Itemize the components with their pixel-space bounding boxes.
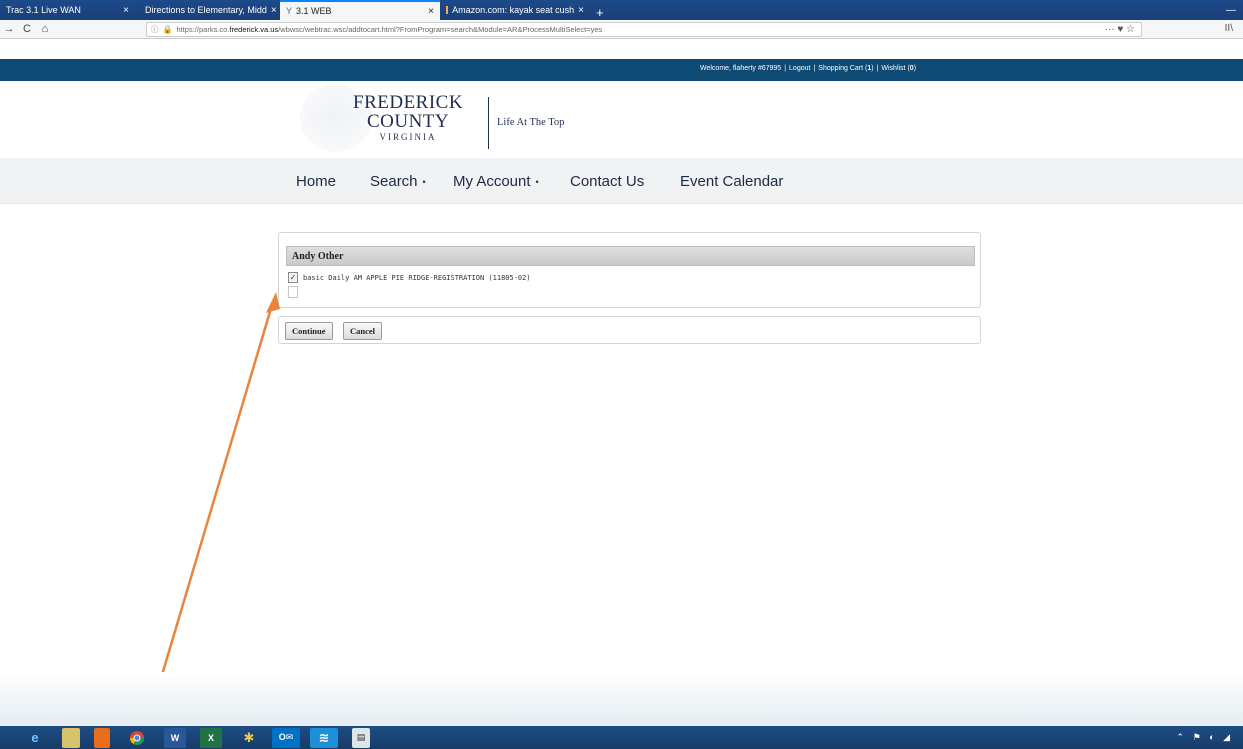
minimize-icon[interactable]: — — [1219, 0, 1243, 20]
browser-tab-strip: Trac 3.1 Live WAN × Directions to Elemen… — [0, 0, 1243, 20]
site-header-bar: Welcome, flaherty #67995 | Logout | Shopping… — [0, 59, 1243, 81]
nav-contact-us[interactable]: Contact Us — [570, 173, 644, 190]
chrome-icon[interactable] — [124, 728, 150, 748]
url-host: frederick.va.us — [229, 25, 279, 34]
welcome-text: Welcome, flaherty #67995 — [700, 65, 782, 72]
amazon-icon — [446, 6, 449, 14]
close-icon[interactable]: × — [574, 5, 584, 16]
caret-down-icon: • — [535, 177, 539, 188]
tab-label: 3.1 WEB — [296, 6, 332, 16]
checkbox-outline — [288, 286, 298, 298]
browser-tab[interactable]: Amazon.com: kayak seat cush × — [440, 0, 590, 20]
system-tray[interactable]: ⌃ ⚑ ◐ ◢ — [1177, 732, 1233, 743]
close-icon[interactable]: × — [424, 6, 434, 17]
browser-tab[interactable]: Directions to Elementary, Midd × — [135, 0, 280, 20]
info-icon[interactable]: ⓘ — [151, 24, 159, 35]
activity-item: ✓ basic Daily AM APPLE PIE RIDGE-REGISTR… — [288, 272, 531, 283]
browser-tab-active[interactable]: Y 3.1 WEB × — [280, 0, 440, 20]
shopping-cart-link[interactable]: Shopping Cart (1) — [818, 65, 873, 72]
windows-taskbar: e W X ✱ O✉ ≋ ▤ ⌃ ⚑ ◐ ◢ — [0, 726, 1243, 749]
home-icon[interactable]: ⌂ — [36, 23, 54, 35]
multi-select-panel: Andy Other ✓ basic Daily AM APPLE PIE RI… — [278, 232, 981, 308]
cancel-button[interactable]: Cancel — [343, 322, 383, 340]
browser-toolbar: → C ⌂ ⓘ 🔒 https://parks.co. frederick.va.… — [0, 20, 1243, 39]
outlook-icon[interactable]: O✉ — [272, 727, 300, 748]
tab-label: Trac 3.1 Live WAN — [6, 5, 81, 15]
logo-line-1: FREDERICK — [353, 92, 464, 113]
close-icon[interactable]: × — [267, 5, 277, 16]
ie-icon[interactable]: e — [22, 728, 48, 748]
annotation-arrow — [138, 292, 280, 749]
nav-home[interactable]: Home — [296, 173, 336, 190]
reload-icon[interactable]: C — [18, 23, 36, 35]
close-icon[interactable]: × — [119, 5, 129, 16]
forward-icon[interactable]: → — [0, 23, 18, 35]
nav-my-account[interactable]: My Account • — [453, 173, 539, 190]
nav-event-calendar[interactable]: Event Calendar — [680, 173, 783, 190]
desktop-background — [0, 672, 1243, 726]
logo-divider — [488, 97, 489, 149]
logout-link[interactable]: Logout — [789, 65, 810, 72]
activity-checkbox[interactable]: ✓ — [288, 272, 298, 283]
county-logo[interactable]: FREDERICK COUNTY VIRGINIA — [353, 93, 463, 143]
wishlist-link[interactable]: Wishlist (0) — [881, 65, 916, 72]
notepad-icon[interactable]: ▤ — [352, 727, 370, 748]
logo-line-2: COUNTY — [366, 111, 450, 132]
action-panel: Continue Cancel — [278, 316, 981, 344]
nav-search[interactable]: Search • — [370, 173, 426, 190]
excel-icon[interactable]: X — [200, 727, 222, 748]
url-path: /wbwsc/webtrac.wsc/addtocart.html?FromPr… — [278, 25, 603, 34]
logo-tagline: Life At The Top — [497, 117, 565, 128]
main-navigation: Home Search • My Account • Contact Us Even… — [0, 158, 1243, 204]
caret-down-icon: • — [422, 177, 426, 188]
file-explorer-icon[interactable] — [62, 727, 80, 748]
word-icon[interactable]: W — [164, 727, 186, 748]
tab-label: Amazon.com: kayak seat cush — [452, 5, 575, 15]
app-icon[interactable]: ✱ — [236, 728, 262, 748]
address-bar[interactable]: ⓘ 🔒 https://parks.co. frederick.va.us/wbw… — [146, 22, 1142, 37]
page-actions[interactable]: ··· ♥ ☆ — [1105, 24, 1135, 35]
new-tab-button[interactable]: + — [590, 5, 610, 20]
lock-icon: 🔒 — [162, 25, 173, 34]
network-icon[interactable]: ≋ — [310, 727, 338, 748]
participant-header: Andy Other — [286, 246, 975, 266]
library-icon[interactable]: II\ — [1225, 23, 1233, 34]
activity-label: basic Daily AM APPLE PIE RIDGE-REGISTRAT… — [303, 273, 531, 282]
welcome-links: Welcome, flaherty #67995 | Logout | Shopping… — [700, 65, 917, 72]
media-player-icon[interactable] — [94, 727, 110, 748]
url-prefix: https://parks.co. — [176, 25, 230, 34]
browser-tab[interactable]: Trac 3.1 Live WAN × — [0, 0, 135, 20]
continue-button[interactable]: Continue — [285, 322, 333, 340]
webtrac-icon: Y — [286, 6, 293, 16]
logo-line-3: VIRGINIA — [379, 132, 437, 142]
tab-label: Directions to Elementary, Midd — [145, 5, 267, 15]
